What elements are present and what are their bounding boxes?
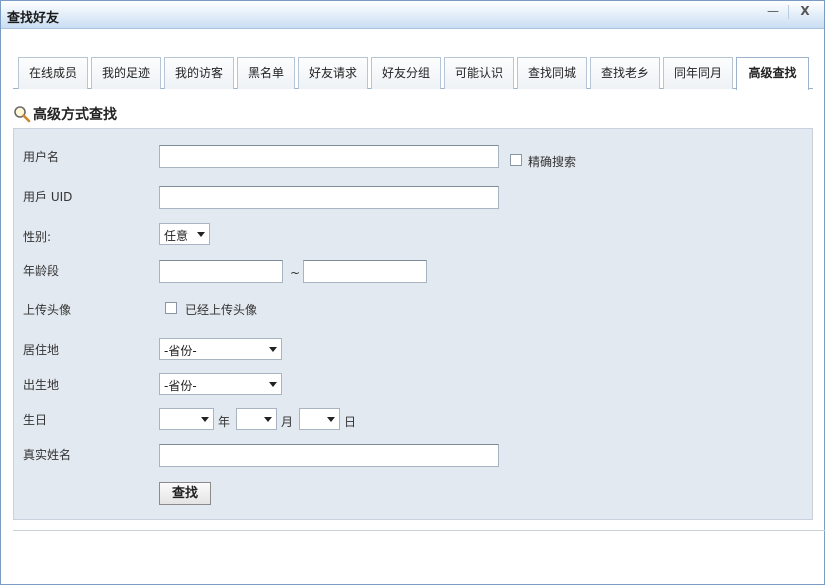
- chevron-down-icon: [327, 417, 335, 422]
- title-button-divider: [788, 5, 789, 19]
- birthplace-province-select[interactable]: -省份-: [159, 373, 282, 395]
- tab-may-know[interactable]: 可能认识: [444, 57, 514, 89]
- tab-same-birth-month[interactable]: 同年同月: [663, 57, 733, 89]
- residence-select-value: -省份-: [164, 344, 197, 358]
- search-button[interactable]: 查找: [159, 482, 211, 505]
- chevron-down-icon: [264, 417, 272, 422]
- magnifier-icon: [14, 106, 31, 123]
- title-bar[interactable]: 查找好友 — X: [1, 1, 824, 29]
- tab-advanced-search[interactable]: 高级查找: [736, 57, 809, 90]
- tab-my-visitors[interactable]: 我的访客: [164, 57, 234, 89]
- footer-divider: [13, 530, 825, 531]
- tab-bar: 在线成员 我的足迹 我的访客 黑名单 好友请求 好友分组 可能认识 查找同城 查…: [13, 57, 813, 90]
- uid-input[interactable]: [159, 186, 499, 209]
- chevron-down-icon: [197, 232, 205, 237]
- realname-input[interactable]: [159, 444, 499, 467]
- gender-select[interactable]: 任意: [159, 223, 210, 245]
- age-range-separator: ~: [290, 266, 301, 280]
- tab-blacklist[interactable]: 黑名单: [237, 57, 295, 89]
- tab-my-footprints[interactable]: 我的足迹: [91, 57, 161, 89]
- username-input[interactable]: [159, 145, 499, 168]
- tab-friend-groups[interactable]: 好友分组: [371, 57, 441, 89]
- avatar-uploaded-checkbox[interactable]: [165, 302, 177, 314]
- age-from-input[interactable]: [159, 260, 283, 283]
- exact-search-checkbox[interactable]: [510, 154, 522, 166]
- age-label: 年龄段: [23, 264, 60, 278]
- birthday-year-select[interactable]: [159, 408, 214, 430]
- birthday-month-unit: 月: [281, 415, 294, 429]
- window-title: 查找好友: [7, 11, 60, 26]
- residence-province-select[interactable]: -省份-: [159, 338, 282, 360]
- birthday-label: 生日: [23, 413, 48, 427]
- tab-same-city[interactable]: 查找同城: [517, 57, 587, 89]
- chevron-down-icon: [269, 347, 277, 352]
- section-title: 高级方式查找: [33, 107, 117, 123]
- residence-label: 居住地: [23, 343, 60, 357]
- find-friends-window: 查找好友 — X 在线成员 我的足迹 我的访客 黑名单 好友请求 好友分组 可能…: [0, 0, 825, 585]
- birthplace-label: 出生地: [23, 378, 60, 392]
- realname-label: 真实姓名: [23, 448, 72, 462]
- gender-label: 性别:: [23, 230, 52, 244]
- exact-search-label: 精确搜索: [528, 155, 577, 169]
- birthday-year-unit: 年: [218, 415, 231, 429]
- age-to-input[interactable]: [303, 260, 427, 283]
- birthday-month-select[interactable]: [236, 408, 277, 430]
- birthplace-select-value: -省份-: [164, 379, 197, 393]
- uid-label: 用戶 UID: [23, 190, 73, 204]
- birthday-day-select[interactable]: [299, 408, 340, 430]
- chevron-down-icon: [201, 417, 209, 422]
- close-button[interactable]: X: [791, 3, 819, 21]
- avatar-uploaded-label: 已经上传头像: [185, 303, 258, 317]
- avatar-label: 上传头像: [23, 303, 72, 317]
- tab-online-members[interactable]: 在线成员: [18, 57, 88, 89]
- gender-select-value: 任意: [164, 229, 189, 243]
- username-label: 用户名: [23, 150, 60, 164]
- tab-hometown[interactable]: 查找老乡: [590, 57, 660, 89]
- tab-friend-requests[interactable]: 好友请求: [298, 57, 368, 89]
- chevron-down-icon: [269, 382, 277, 387]
- minimize-button[interactable]: —: [759, 3, 787, 21]
- birthday-day-unit: 日: [344, 415, 357, 429]
